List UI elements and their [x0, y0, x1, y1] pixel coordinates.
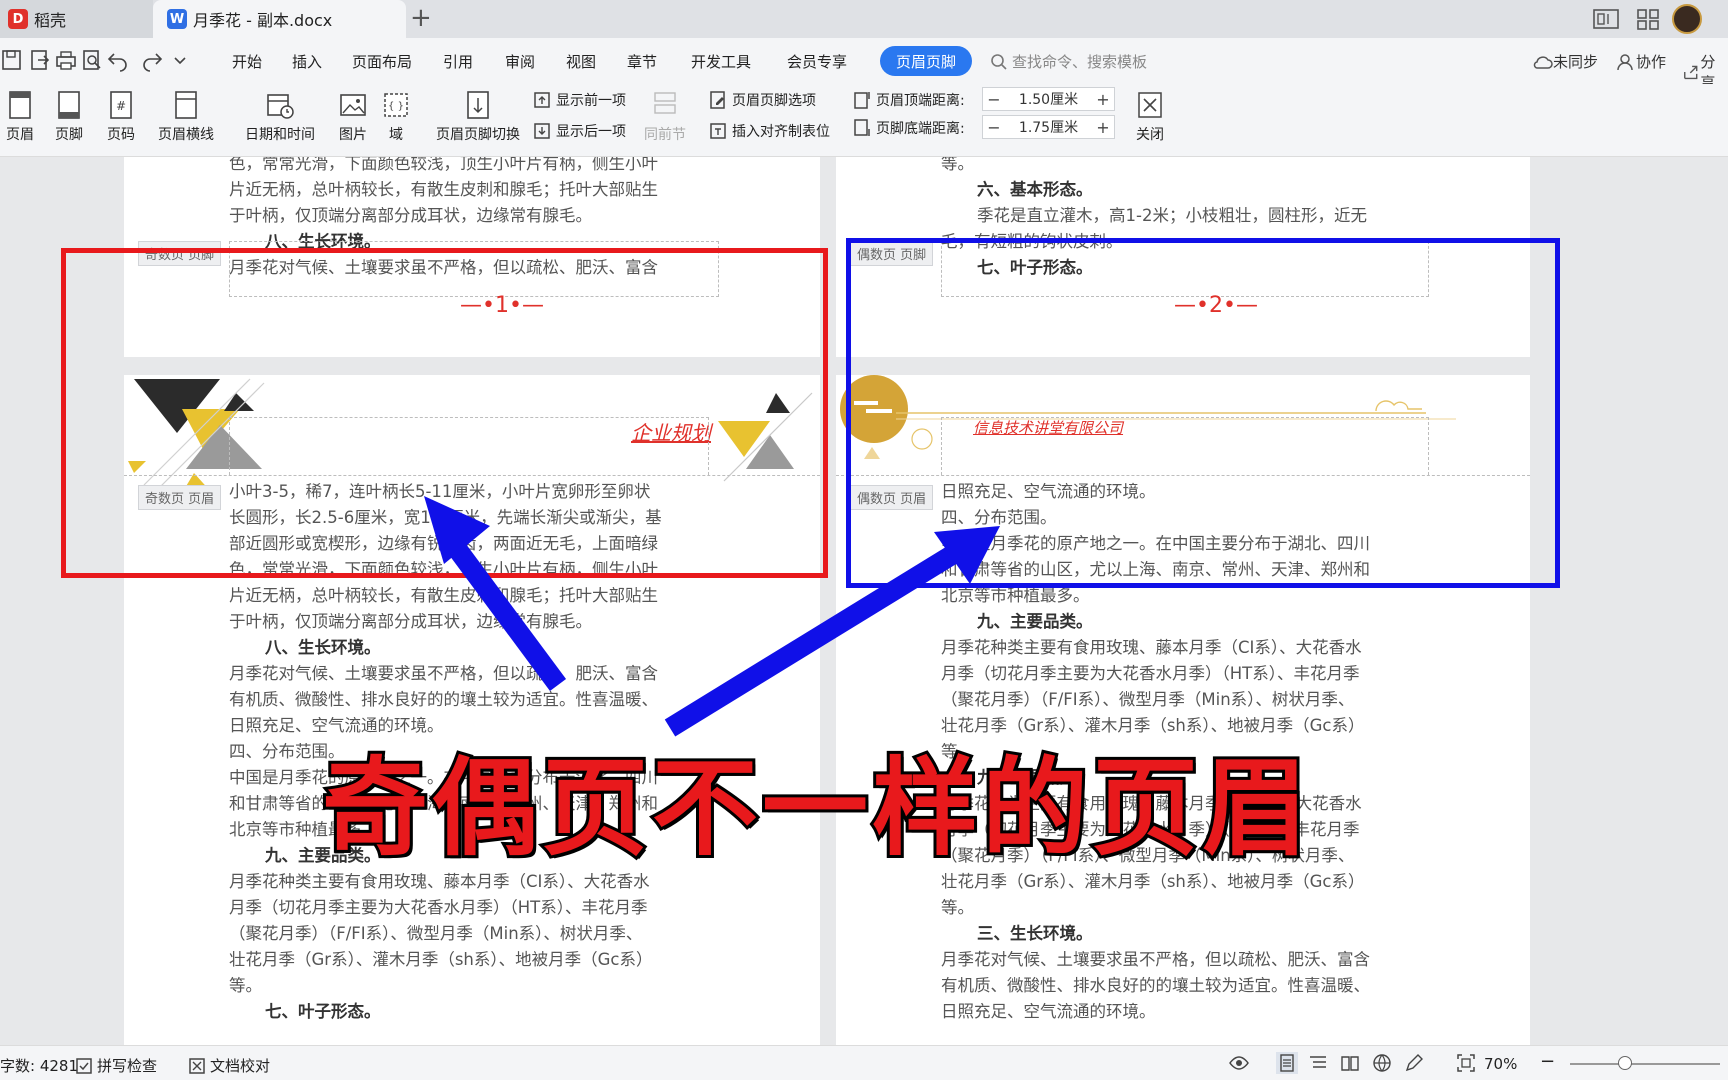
page-view-icon[interactable]: [1276, 1052, 1298, 1074]
arrow-overlay: [424, 496, 1000, 737]
zoom-out-button[interactable]: −: [1540, 1051, 1555, 1072]
zoom-slider-track[interactable]: [1570, 1063, 1720, 1065]
spell-check-label: 拼写检查: [97, 1057, 158, 1075]
outline-view-icon[interactable]: [1308, 1054, 1328, 1072]
proofread-icon: [189, 1057, 205, 1074]
word-count[interactable]: 字数: 4281: [0, 1055, 78, 1076]
doc-proofread-button[interactable]: 文档校对: [188, 1055, 270, 1076]
arrow-to-even-header: [664, 541, 966, 737]
web-view-icon[interactable]: [1372, 1053, 1392, 1073]
zoom-slider-thumb[interactable]: [1618, 1056, 1632, 1070]
eye-icon[interactable]: [1228, 1054, 1250, 1072]
pen-icon[interactable]: [1404, 1053, 1424, 1073]
checkbox-icon: [76, 1057, 92, 1074]
status-bar: 字数: 4281 拼写检查 文档校对 70% −: [0, 1045, 1728, 1080]
caption-overlay: 奇偶页不一样的页眉: [319, 742, 1312, 873]
fit-page-icon[interactable]: [1456, 1053, 1476, 1073]
reading-view-icon[interactable]: [1340, 1054, 1360, 1072]
spell-check-button[interactable]: 拼写检查: [75, 1055, 157, 1076]
doc-proofread-label: 文档校对: [210, 1057, 271, 1075]
zoom-level[interactable]: 70%: [1484, 1055, 1517, 1073]
arrow-to-odd-header: [443, 536, 567, 691]
